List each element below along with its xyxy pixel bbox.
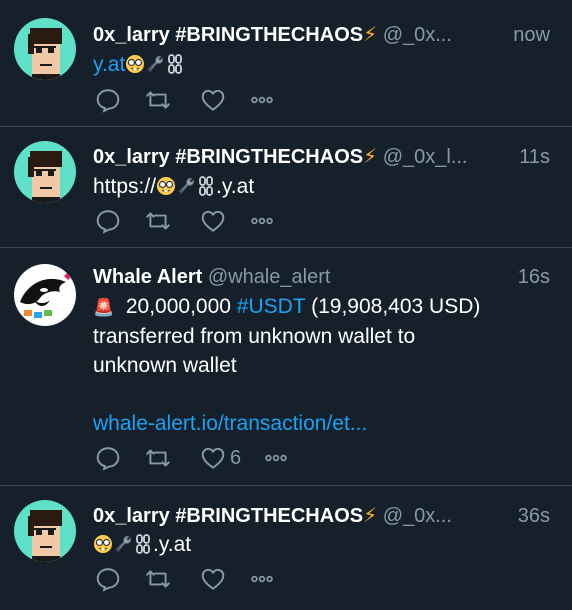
timestamp[interactable]: 36s (505, 501, 550, 531)
like-icon[interactable] (200, 86, 226, 114)
chain-emoji-icon (165, 53, 185, 82)
amount: 20,000,000 (125, 295, 231, 318)
tweet-text: .y.at (93, 530, 550, 562)
timestamp[interactable]: 11s (507, 142, 550, 172)
like-button[interactable]: 6 (200, 444, 241, 472)
timestamp[interactable]: now (501, 20, 550, 50)
reply-icon[interactable] (95, 444, 121, 472)
more-options-icon[interactable] (263, 444, 289, 472)
tweet-actions (93, 86, 313, 114)
author-name[interactable]: 0x_larry #BRINGTHECHAOS (93, 146, 363, 168)
wrench-emoji-icon (145, 53, 165, 82)
tweet-actions (93, 565, 313, 593)
bolt-emoji: ⚡ (363, 505, 378, 527)
tweet-line: transferred from unknown wallet to (93, 325, 416, 348)
url-prefix: https:// (93, 175, 157, 198)
cryptopunk-avatar[interactable] (14, 18, 76, 80)
like-icon[interactable] (200, 207, 226, 235)
reply-icon[interactable] (95, 207, 121, 235)
reply-icon[interactable] (95, 86, 121, 114)
wrench-emoji-icon (113, 533, 133, 562)
tweet-card[interactable]: 0x_larry #BRINGTHECHAOS⚡ @_0x_l... 11s h… (0, 127, 572, 248)
cryptopunk-avatar[interactable] (14, 500, 76, 562)
author-handle[interactable]: @_0x... (383, 24, 452, 46)
timestamp[interactable]: 16s (505, 262, 550, 292)
retweet-icon[interactable] (145, 207, 171, 235)
chain-emoji-icon (133, 533, 153, 562)
usd-value: (19,908,403 USD) (311, 295, 481, 318)
tweet-card[interactable]: Whale Alert @whale_alert 16s 🚨 20,000,00… (0, 248, 572, 486)
tweet-text: 🚨 20,000,000 #USDT (19,908,403 USD) tran… (93, 292, 550, 438)
author-handle[interactable]: @_0x_l... (383, 146, 468, 168)
author-name[interactable]: Whale Alert (93, 266, 202, 288)
wrench-emoji-icon (176, 175, 196, 204)
author-name[interactable]: 0x_larry #BRINGTHECHAOS (93, 505, 363, 527)
bolt-emoji: ⚡ (363, 146, 378, 168)
more-options-icon[interactable] (249, 86, 275, 114)
author-handle[interactable]: @_0x... (383, 505, 452, 527)
more-options-icon[interactable] (249, 565, 275, 593)
url-suffix: .y.at (153, 533, 192, 556)
tweet-line: 🚨 20,000,000 #USDT (19,908,403 USD) (93, 292, 550, 322)
retweet-icon[interactable] (145, 86, 171, 114)
nerd-face-emoji-icon (125, 53, 145, 82)
whale-orca-avatar[interactable] (14, 264, 76, 326)
author-name[interactable]: 0x_larry #BRINGTHECHAOS (93, 24, 363, 46)
bolt-emoji: ⚡ (363, 24, 378, 46)
tweet-text: y.at (93, 50, 550, 82)
tweet-card[interactable]: 0x_larry #BRINGTHECHAOS⚡ @_0x... now y.a… (0, 0, 572, 127)
url-suffix: .y.at (216, 175, 255, 198)
tweet-link[interactable]: y.at (93, 53, 125, 76)
tweet-actions: 6 (93, 444, 313, 472)
nerd-face-emoji-icon (156, 175, 176, 204)
like-icon (200, 445, 226, 471)
tweet-text: https:// .y.at (93, 172, 550, 204)
tweet-line: unknown wallet (93, 354, 237, 377)
cryptopunk-avatar[interactable] (14, 141, 76, 203)
alert-emoji: 🚨 (93, 298, 115, 317)
reply-icon[interactable] (95, 565, 121, 593)
transaction-link[interactable]: whale-alert.io/transaction/et... (93, 409, 550, 438)
tweet-actions (93, 207, 313, 235)
retweet-icon[interactable] (145, 444, 171, 472)
author-handle[interactable]: @whale_alert (208, 266, 331, 288)
more-options-icon[interactable] (249, 207, 275, 235)
tweet-card[interactable]: 0x_larry #BRINGTHECHAOS⚡ @_0x... 36s .y.… (0, 486, 572, 610)
like-count: 6 (230, 446, 242, 469)
nerd-face-emoji-icon (93, 533, 113, 562)
like-icon[interactable] (200, 565, 226, 593)
chain-emoji-icon (196, 175, 216, 204)
retweet-icon[interactable] (145, 565, 171, 593)
hashtag-usdt[interactable]: #USDT (237, 295, 305, 318)
